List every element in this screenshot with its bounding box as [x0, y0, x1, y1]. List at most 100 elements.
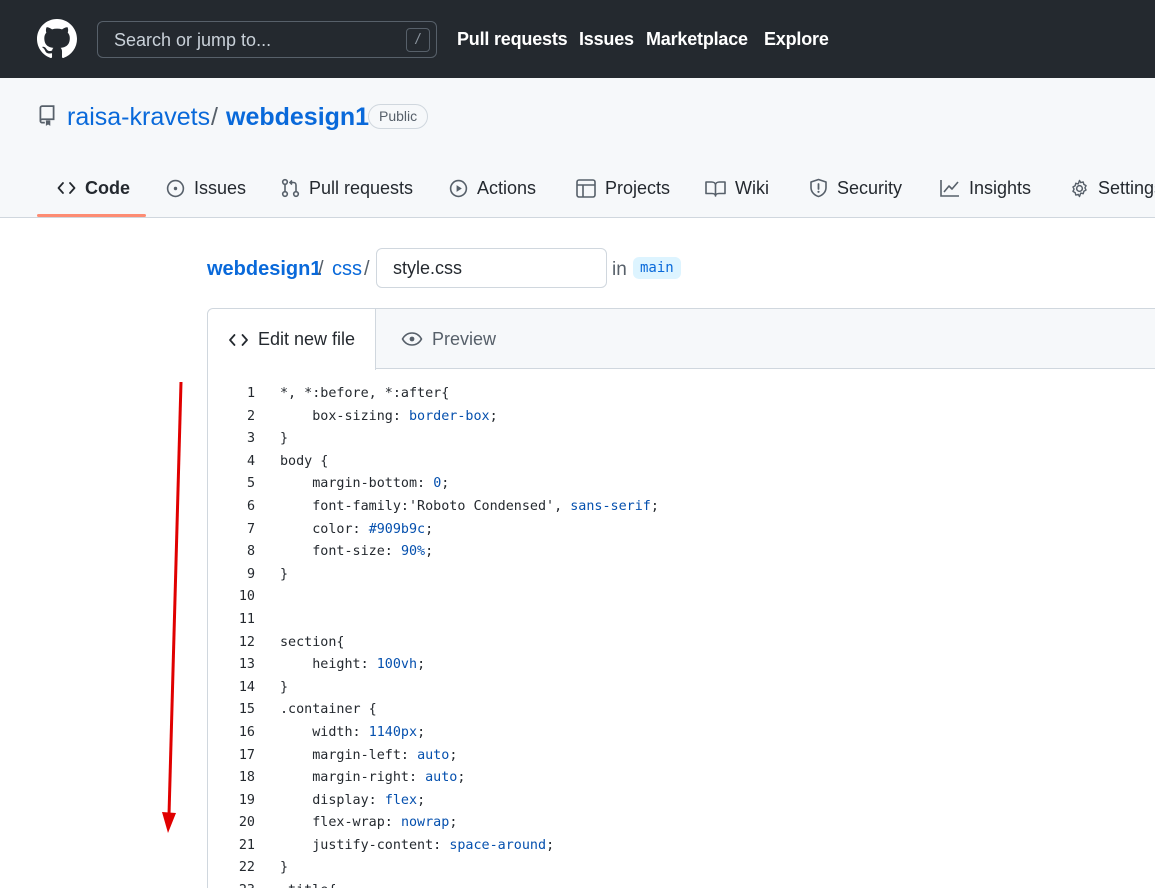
code-icon	[229, 333, 248, 346]
nav-issues[interactable]: Issues	[579, 29, 634, 50]
code-line: 9}	[208, 564, 1155, 587]
code-line: 2 box-sizing: border-box;	[208, 406, 1155, 429]
code-line: 20 flex-wrap: nowrap;	[208, 812, 1155, 835]
line-text: }	[280, 566, 289, 582]
repo-name-link[interactable]: webdesign1	[226, 103, 369, 132]
code-line: 16 width: 1140px;	[208, 722, 1155, 745]
repo-path-separator: /	[211, 103, 218, 131]
visibility-badge: Public	[368, 104, 429, 129]
code-line: 8 font-size: 90%;	[208, 541, 1155, 564]
tab-preview-label: Preview	[432, 328, 497, 349]
github-logo-icon[interactable]	[37, 19, 77, 59]
code-line: 12 section{	[208, 632, 1155, 655]
line-number: 11	[238, 611, 255, 627]
line-text: section{	[280, 634, 345, 650]
code-line: 5 margin-bottom: 0;	[208, 473, 1155, 496]
line-number: 20	[238, 815, 255, 831]
play-icon	[449, 179, 468, 197]
line-text: }	[280, 679, 289, 695]
search-input[interactable]: Search or jump to... /	[97, 21, 437, 58]
line-number: 3	[246, 431, 255, 447]
tab-insights[interactable]: Insights	[940, 176, 1031, 200]
code-textarea[interactable]: 1 *, *:before, *:after{2 box-sizing: bord…	[208, 383, 1155, 888]
breadcrumb-folder-link[interactable]: css	[332, 258, 362, 281]
line-number: 2	[246, 408, 255, 424]
tab-insights-label: Insights	[969, 177, 1032, 198]
repo-icon	[39, 105, 55, 126]
line-number: 13	[238, 657, 255, 673]
breadcrumb-repo-link[interactable]: webdesign1	[207, 258, 321, 281]
code-line: 19 display: flex;	[208, 790, 1155, 813]
code-line: 4 body {	[208, 451, 1155, 474]
table-icon	[576, 178, 596, 198]
line-number: 18	[238, 770, 255, 786]
line-text: width: 1140px;	[280, 724, 426, 740]
line-number: 4	[246, 453, 255, 469]
tab-wiki[interactable]: Wiki	[705, 176, 769, 200]
git-pull-request-icon	[281, 178, 300, 198]
line-number: 23	[208, 880, 255, 888]
line-text: justify-content: space-around;	[280, 837, 555, 853]
tab-preview[interactable]: Preview	[401, 309, 496, 369]
line-text: .container {	[280, 702, 377, 718]
file-editor: Edit new file Preview 1 *, *:before, *:af…	[207, 308, 1155, 888]
tab-issues[interactable]: Issues	[166, 176, 246, 200]
gear-icon	[1072, 179, 1087, 197]
tab-security[interactable]: Security	[809, 176, 902, 200]
tab-security-label: Security	[837, 177, 903, 198]
line-number: 17	[238, 747, 255, 763]
tab-edit-new-file[interactable]: Edit new file	[208, 309, 376, 370]
breadcrumb-separator: /	[364, 258, 370, 280]
nav-marketplace[interactable]: Marketplace	[646, 29, 748, 50]
line-text: font-size: 90%;	[280, 544, 434, 560]
branch-name: main	[633, 257, 681, 279]
line-number: 8	[246, 544, 255, 560]
code-line: 7 color: #909b9c;	[208, 519, 1155, 542]
line-text: height: 100vh;	[280, 657, 426, 673]
tab-projects[interactable]: Projects	[576, 176, 670, 200]
active-tab-underline	[37, 214, 146, 217]
tab-settings-label: Settings	[1098, 177, 1155, 198]
breadcrumb-separator: /	[318, 258, 324, 280]
code-line: 15 .container {	[208, 699, 1155, 722]
line-number: 15	[238, 702, 255, 718]
line-text: font-family:'Roboto Condensed', sans-ser…	[280, 498, 659, 514]
line-text: }	[280, 431, 289, 447]
line-text: *, *:before, *:after{	[280, 386, 450, 401]
line-text: box-sizing: border-box;	[280, 408, 498, 424]
tab-settings[interactable]: Settings	[1070, 176, 1155, 200]
graph-icon	[940, 180, 959, 197]
tab-projects-label: Projects	[605, 177, 671, 198]
line-text: body {	[280, 453, 329, 469]
code-line: 14}	[208, 677, 1155, 700]
tab-actions[interactable]: Actions	[449, 176, 536, 200]
search-shortcut-key: /	[406, 28, 430, 52]
line-text: display: flex;	[280, 792, 426, 808]
editor-tabs: Edit new file Preview	[208, 309, 1155, 370]
code-icon	[57, 182, 76, 194]
repo-owner-link[interactable]: raisa-kravets	[67, 103, 210, 132]
code-line: 11	[208, 609, 1155, 632]
line-number: 6	[246, 498, 255, 514]
tab-pull-requests[interactable]: Pull requests	[281, 176, 413, 200]
tab-issues-label: Issues	[194, 177, 247, 198]
tab-actions-label: Actions	[477, 177, 537, 198]
line-number: 7	[246, 521, 255, 537]
filename-input[interactable]: style.css	[376, 248, 607, 288]
line-number: 14	[238, 679, 255, 695]
shield-icon	[810, 178, 827, 198]
tab-code[interactable]: Code	[57, 176, 130, 200]
code-line: 3}	[208, 428, 1155, 451]
issue-opened-icon	[166, 179, 185, 197]
tab-wiki-label: Wiki	[735, 177, 769, 198]
nav-pull-requests[interactable]: Pull requests	[457, 29, 568, 50]
line-number: 10	[238, 589, 255, 605]
global-header: Search or jump to... / Pull requests Iss…	[0, 0, 1155, 78]
nav-explore[interactable]: Explore	[764, 29, 829, 50]
code-line: 21 justify-content: space-around;	[208, 835, 1155, 858]
line-text: .title{	[280, 880, 336, 888]
book-icon	[705, 180, 726, 197]
eye-icon	[401, 332, 423, 346]
line-text: margin-bottom: 0;	[280, 476, 450, 492]
line-number: 19	[238, 792, 255, 808]
